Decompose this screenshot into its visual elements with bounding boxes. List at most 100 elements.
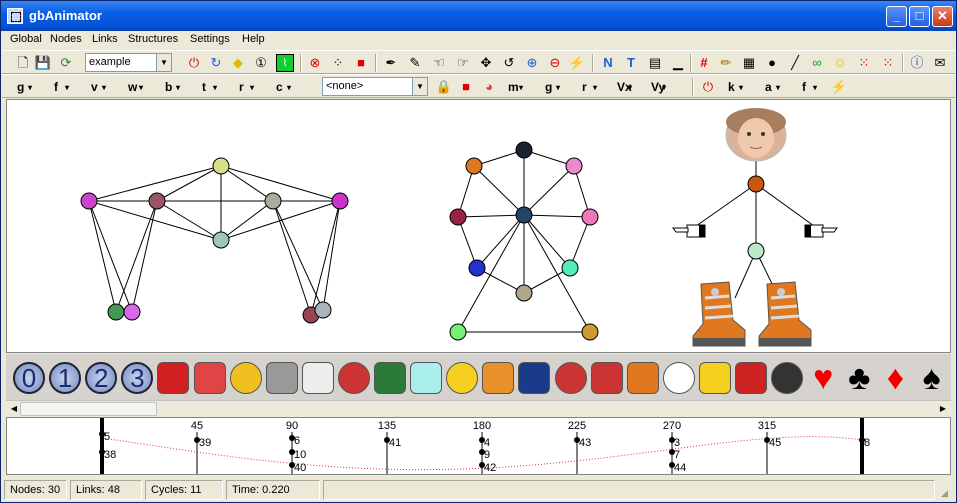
list-icon[interactable]: ▤ <box>646 54 664 72</box>
node-select[interactable]: <none> ▼ <box>322 77 428 96</box>
undo-icon[interactable]: ↺ <box>500 54 518 72</box>
boot-icon[interactable] <box>626 362 659 394</box>
label-t-dropdown[interactable]: t <box>199 78 221 97</box>
node[interactable] <box>515 284 533 302</box>
hand-icon[interactable]: ☜ <box>430 54 448 72</box>
node[interactable] <box>581 208 599 226</box>
label-m-dropdown[interactable]: m <box>505 78 527 97</box>
node[interactable] <box>747 242 765 260</box>
node[interactable] <box>107 303 125 321</box>
menu-structures[interactable]: Structures <box>128 33 178 45</box>
three-icon[interactable]: 3 <box>121 362 154 394</box>
one-icon[interactable]: 1 <box>49 362 82 394</box>
vx-dropdown[interactable]: Vx <box>614 78 644 97</box>
clock-icon[interactable] <box>265 362 298 394</box>
hash-icon[interactable]: # <box>695 54 713 72</box>
node[interactable] <box>565 157 583 175</box>
timeline-start-bar[interactable] <box>100 418 104 474</box>
scroll-thumb[interactable] <box>20 402 157 416</box>
face-image-node[interactable] <box>725 108 787 162</box>
boot-image-left[interactable] <box>692 281 746 347</box>
scroll-right-icon[interactable]: ▶ <box>937 403 949 415</box>
grid2-icon[interactable]: ⁙ <box>879 54 897 72</box>
label-r-dropdown[interactable]: r <box>236 78 258 97</box>
node[interactable] <box>449 323 467 341</box>
title-bar[interactable]: gbAnimator _ □ ✕ <box>1 1 956 31</box>
music-icon[interactable] <box>771 362 804 394</box>
link-icon[interactable]: ∞ <box>808 54 826 72</box>
graph-drawing[interactable] <box>7 100 952 354</box>
node[interactable] <box>515 206 533 224</box>
diamond-icon[interactable]: ◆ <box>229 54 247 72</box>
save-icon[interactable]: 💾 <box>34 54 52 72</box>
apple-icon[interactable] <box>157 362 190 394</box>
node[interactable] <box>747 175 765 193</box>
sad-face-icon[interactable] <box>446 362 479 394</box>
pointing-hand-left-icon[interactable] <box>672 224 706 238</box>
node[interactable] <box>148 192 166 210</box>
node[interactable] <box>123 303 141 321</box>
label-f2-dropdown[interactable]: f <box>799 78 821 97</box>
n-box-icon[interactable]: N <box>599 54 617 72</box>
label-f-dropdown[interactable]: f <box>51 78 73 97</box>
pencil-icon[interactable]: ✏ <box>717 54 735 72</box>
node[interactable] <box>314 301 332 319</box>
pointing-hand-icon[interactable] <box>662 362 695 394</box>
pointing-hand-right-icon[interactable] <box>804 224 838 238</box>
chevron-down-icon[interactable]: ▼ <box>412 78 427 95</box>
dot-icon[interactable]: ● <box>763 54 781 72</box>
us-map-icon[interactable] <box>337 362 370 394</box>
menu-nodes[interactable]: Nodes <box>50 33 82 45</box>
cloud-icon[interactable] <box>301 362 334 394</box>
refresh-icon[interactable]: ⟳ <box>57 54 75 72</box>
magnet-icon[interactable] <box>735 362 767 394</box>
globe-icon[interactable] <box>374 362 406 394</box>
label-g-dropdown[interactable]: g <box>14 78 36 97</box>
graph-nodes[interactable] <box>80 141 765 341</box>
chart-icon[interactable]: ⌇ <box>276 54 294 72</box>
timeline-markers[interactable]: 5 38 39 6 1040 41 4942 43 3744 45 8 <box>99 431 870 474</box>
node[interactable] <box>468 259 486 277</box>
label-b-dropdown[interactable]: b <box>162 78 184 97</box>
close-button[interactable]: ✕ <box>932 6 953 27</box>
two-icon[interactable]: 2 <box>85 362 118 394</box>
label-v-dropdown[interactable]: v <box>88 78 110 97</box>
power-icon[interactable]: ⏻ <box>185 54 203 72</box>
new-icon[interactable]: 🗋 <box>14 54 32 72</box>
boot-image-right[interactable] <box>758 281 812 347</box>
grid-icon[interactable]: ⁙ <box>855 54 873 72</box>
timeline-panel[interactable]: 45 90 135 180 225 270 315 5 38 39 6 10 40 41 4 9 42 43 3 7… <box>6 417 951 475</box>
horizontal-scrollbar[interactable]: ◀ ▶ <box>6 400 951 417</box>
color-wheel-icon[interactable]: ◕ <box>480 78 498 96</box>
label-a-dropdown[interactable]: a <box>762 78 784 97</box>
plus-icon[interactable]: ⊕ <box>523 54 541 72</box>
maximize-button[interactable]: □ <box>909 6 930 27</box>
layer-icon[interactable]: ▦ <box>740 54 758 72</box>
node[interactable] <box>212 157 230 175</box>
scroll-left-icon[interactable]: ◀ <box>8 403 20 415</box>
pen2-icon[interactable]: ✎ <box>406 54 424 72</box>
flash-icon[interactable]: ⚡ <box>568 54 586 72</box>
flag-icon[interactable]: ■ <box>457 78 475 96</box>
lock-icon[interactable]: 🔒 <box>435 78 453 96</box>
structure-select[interactable]: example ▼ <box>85 53 172 72</box>
waving-flag-icon[interactable] <box>554 362 587 394</box>
club-icon[interactable]: ♣ <box>843 361 875 395</box>
node[interactable] <box>581 323 599 341</box>
minimize-button[interactable]: _ <box>886 6 907 27</box>
node[interactable] <box>80 192 98 210</box>
vy-dropdown[interactable]: Vy <box>648 78 678 97</box>
menu-links[interactable]: Links <box>92 33 118 45</box>
flash-icon[interactable]: ⚡ <box>830 78 848 96</box>
diamond-suit-icon[interactable]: ♦ <box>879 361 911 395</box>
node[interactable] <box>515 141 533 159</box>
power-icon[interactable]: ⏻ <box>699 78 717 96</box>
hand2-icon[interactable]: ☞ <box>454 54 472 72</box>
t-box-icon[interactable]: T <box>622 54 640 72</box>
label-r2-dropdown[interactable]: r <box>579 78 601 97</box>
pen-icon[interactable]: ✒ <box>382 54 400 72</box>
heart-icon[interactable]: ♥ <box>807 361 839 395</box>
balloon-icon[interactable] <box>193 362 226 394</box>
graph-canvas[interactable] <box>6 99 951 353</box>
menu-help[interactable]: Help <box>242 33 265 45</box>
